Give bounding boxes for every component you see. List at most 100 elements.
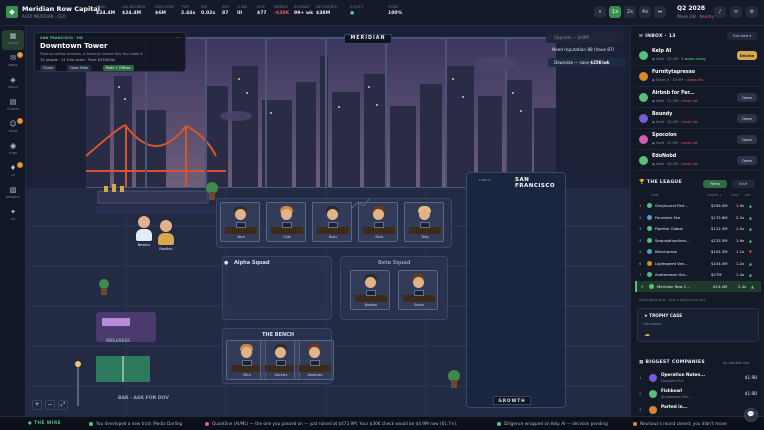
inbox-item[interactable]: Furnitytapresso ◆ Series A · $3.5M · clos… [635, 67, 761, 87]
open-button[interactable]: Open [737, 156, 757, 165]
sidebar-item-label: REPORTS [6, 195, 20, 199]
inbox-item[interactable]: Kelp AI ◆ Seed · $2.4M · 3 weeks ready Dec… [635, 46, 761, 66]
inbox-item[interactable]: EdoNobd ◆ Seed · $5.2M · closes 5w Open [635, 151, 761, 171]
desk-table [231, 365, 263, 372]
league-row[interactable]: 1 Greyhound Part... $256.3M 1.9x ▲ [635, 200, 761, 211]
speed-4x-button[interactable]: 4x [639, 6, 651, 18]
open-button[interactable]: Open [737, 93, 757, 102]
inbox-item[interactable]: Spocolon ◆ Seed · $1.8M · closes 3w Open [635, 130, 761, 150]
employee[interactable]: Beatriz [136, 216, 152, 247]
growth-banner: GROWTH [493, 396, 531, 405]
wire-tag: ● THE WIRE [28, 420, 62, 425]
wire-item[interactable]: Quantline (Ai/ML) — the one you passed o… [212, 421, 496, 426]
sidebar-item-lp[interactable]: ♦ LP 1 [2, 162, 24, 182]
desk[interactable]: Boss [312, 202, 352, 242]
inbox-item[interactable]: Airbnb for Fer... ◆ Seed · $1.2M · closes… [635, 88, 761, 108]
company-row[interactable]: 3 Parted in... [635, 403, 761, 416]
league-rank: 4 [639, 237, 642, 243]
desk[interactable]: Bastian [350, 270, 390, 310]
chip-chase[interactable]: Chase [40, 65, 57, 71]
firm-trend: ▲ [749, 214, 752, 220]
menu-icon[interactable]: ≡ [730, 6, 742, 18]
wire-item[interactable]: Diligence wrapped on Kelp AI — decision … [504, 421, 608, 426]
open-button[interactable]: Open [737, 114, 757, 123]
stat-value: 0.02x [201, 11, 216, 16]
desk[interactable]: Vera [220, 202, 260, 242]
chip-pods-offices[interactable]: Pods + Offices [103, 65, 134, 71]
deal-name: Spocolon [652, 133, 677, 138]
skip-button[interactable]: ⏭ [654, 6, 666, 18]
tab-staff[interactable]: Staff [731, 180, 755, 188]
upgrade-button[interactable]: Upgrade — $60M [546, 33, 624, 43]
league-row[interactable]: 4 Sequoiafundlron... $125.3M 1.9x ▲ [635, 235, 761, 246]
desk[interactable]: Soren [398, 270, 438, 310]
chip-open-pods[interactable]: Open Pods [67, 65, 92, 71]
desk[interactable]: Cole [266, 202, 306, 242]
desk[interactable]: Toby [404, 202, 444, 242]
deal-name: Boundy [652, 112, 673, 117]
desk[interactable]: Ambrose [294, 340, 334, 380]
company-row[interactable]: 2 Fishbowl Andreessen Hor... $1.0B [635, 387, 761, 403]
tab-firms[interactable]: Firms [703, 180, 727, 188]
league-title: 🏆 THE LEAGUE [639, 180, 682, 185]
pause-button[interactable]: ⏸ [594, 6, 606, 18]
decide-button[interactable]: Decide [737, 51, 757, 60]
monitor-icon [242, 360, 252, 366]
open-button[interactable]: Open [737, 135, 757, 144]
speed-2x-button[interactable]: 2x [624, 6, 636, 18]
company-avatar [639, 51, 648, 60]
monitor-icon [420, 222, 430, 228]
desk-table [403, 295, 435, 302]
stat-4: IRR 0.02x [201, 5, 215, 16]
companies-filter[interactable]: by market cap [723, 361, 749, 365]
company-avatar [639, 135, 648, 144]
wire-item[interactable]: You developed a new trait: Media Darling [96, 421, 182, 426]
more-icon[interactable]: ⋯ [176, 35, 181, 41]
league-row[interactable]: 6 Lightspeed Ven... $104.0M 1.2x ▲ [635, 258, 761, 269]
firm-trend: ▲ [749, 260, 752, 266]
stat-9: RUNWAY 99+ wk [294, 5, 313, 16]
stat-value: $24.4M [96, 11, 116, 16]
inbox-item[interactable]: Boundy ◆ Seed · $2.4M · closes 3w Open [635, 109, 761, 129]
sidebar-item-reports[interactable]: ▧ REPORTS [2, 184, 24, 204]
chat-icon[interactable]: 💬 [744, 408, 758, 422]
firm-worth: $175.6M [711, 214, 728, 220]
league-row[interactable]: 2 Founders Fan $175.6M 2.2x ▲ [635, 212, 761, 223]
speed-1x-button[interactable]: 1x [609, 6, 621, 18]
sidebar-item-fund[interactable]: ◉ FUND [2, 140, 24, 160]
company-row[interactable]: 1 Operation Nuten... Founders Fun $1.9B [635, 371, 761, 387]
sidebar-item-label: CHARTS [6, 107, 19, 111]
office-scene[interactable]: SAN FRANCISCO · HQ Downtown Tower Floor-… [26, 26, 630, 416]
stat-label: DEPLOYED [155, 5, 174, 9]
league-row[interactable]: 3 Fiperisk Global $122.3M 1.5x ▲ [635, 223, 761, 234]
league-row[interactable]: 5 Benchpress $104.3M 1.1x ▼ [635, 246, 761, 257]
league-row[interactable]: 7 Andreessen Hor... $27M 1.4x ▲ [635, 269, 761, 280]
settings-icon[interactable]: ⚙ [746, 6, 758, 18]
employee-name: Boss [329, 235, 337, 239]
sidebar-item-office[interactable]: ▦ OFFICE [2, 30, 24, 50]
sidebar-item-team[interactable]: ☺ TEAM 2 [2, 118, 24, 138]
sidebar-item-inbox[interactable]: ✉ INBOX 3 [2, 52, 24, 72]
desk[interactable]: Zara [358, 202, 398, 242]
sf-hq-card[interactable]: FUND III SAN FRANCISCO [466, 172, 566, 408]
stat-value: $6M [155, 11, 166, 16]
league-row[interactable]: 8 Meridian Row C... $24.4M 2.4x ▲ [635, 280, 761, 292]
employee[interactable]: Bastian [158, 220, 174, 251]
wire-dot-icon [89, 422, 93, 426]
inbox-filter-select[interactable]: Full view ▾ [727, 32, 757, 40]
wire-item[interactable]: Neuhaus's round closed; you didn't move [640, 421, 740, 426]
bell-icon[interactable]: ♪ [714, 6, 726, 18]
zoom-out-button[interactable]: − [45, 400, 55, 410]
zoom-in-button[interactable]: + [32, 400, 42, 410]
downsize-button[interactable]: Downsize — save $25K/wk [548, 58, 626, 67]
sidebar-item-charts[interactable]: ▤ CHARTS [2, 96, 24, 116]
firm-icon [647, 226, 652, 231]
sidebar-item-deals[interactable]: ◈ DEALS [2, 74, 24, 94]
trophy-case[interactable]: ★ TROPHY CASE Heirlooms ☁ [637, 308, 759, 342]
firm-trend: ▼ [749, 249, 752, 254]
firm-name: Meridian Row C... [657, 283, 691, 289]
sf-title: SAN FRANCISCO [515, 177, 556, 189]
sidebar-item-hr[interactable]: ✦ HR [2, 206, 24, 226]
league-rank: 2 [639, 214, 642, 220]
fit-view-button[interactable]: ⤢ [58, 400, 68, 410]
